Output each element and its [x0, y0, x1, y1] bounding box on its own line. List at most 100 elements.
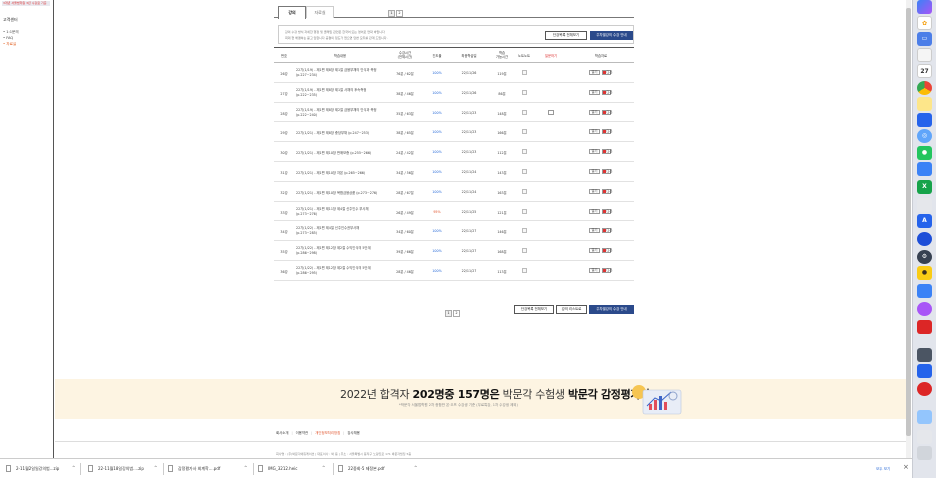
download-material-button[interactable]: 다운: [602, 89, 613, 95]
table-row: 28강 22기(1/19) - 제1편 제8장 제2절 금융부채의 인식과 측정(…: [274, 103, 634, 123]
settings-icon[interactable]: ⚙: [917, 250, 932, 264]
chevron-up-icon[interactable]: ^: [244, 465, 247, 470]
note-icon[interactable]: [522, 109, 527, 115]
excel-icon[interactable]: X: [917, 180, 932, 194]
note-icon[interactable]: [522, 89, 527, 95]
open-material-button[interactable]: 열기: [589, 149, 600, 155]
app-icon[interactable]: [917, 0, 932, 14]
footer-link-privacy[interactable]: 개인정보처리방침: [315, 431, 340, 435]
open-material-button[interactable]: 열기: [589, 70, 600, 75]
app-icon[interactable]: ▭: [917, 32, 932, 46]
app-icon[interactable]: [917, 284, 932, 298]
photos-icon[interactable]: ✿: [917, 16, 932, 30]
promo-banner[interactable]: 2022년 합격자 202명중 157명은 박문각 수험생 박문각 감정평가사 …: [55, 379, 906, 419]
folder-icon[interactable]: [917, 410, 932, 424]
open-material-button[interactable]: 열기: [589, 267, 600, 273]
lecture-title[interactable]: 22기(1/21) - 제1편 제10장 판매보증 (p.255~266): [296, 150, 371, 155]
open-material-button[interactable]: 열기: [589, 188, 600, 194]
note-icon[interactable]: [522, 129, 527, 135]
page-2-button-bottom[interactable]: 2: [453, 310, 460, 317]
contacts-icon[interactable]: [917, 48, 932, 62]
chevron-up-icon[interactable]: ^: [322, 465, 325, 470]
sidebar-item-materials[interactable]: • 자료실: [3, 41, 19, 47]
podcasts-icon[interactable]: [917, 302, 932, 316]
download-material-button[interactable]: 다운: [602, 149, 613, 155]
progress-rate: 100%: [432, 130, 442, 135]
lecture-title[interactable]: 22기(1/19) - 제1편 제8장 제1절 금융부채의 인식과 측정: [296, 67, 377, 72]
download-material-button[interactable]: 다운: [602, 208, 613, 214]
lecture-title[interactable]: 22기(1/21) - 제1편 제11장 제4절 신주인수 부사채: [296, 206, 369, 211]
download-material-button[interactable]: 다운: [602, 109, 613, 115]
view-all-lectures-button[interactable]: 단강목록 전체보기: [545, 31, 587, 40]
download-material-button[interactable]: 다운: [602, 70, 613, 75]
app-store-icon[interactable]: A: [917, 214, 932, 228]
download-material-button[interactable]: 다운: [602, 267, 613, 273]
trash-icon[interactable]: [917, 446, 932, 460]
note-icon[interactable]: [522, 208, 527, 214]
chevron-up-icon[interactable]: ^: [414, 465, 417, 470]
note-icon[interactable]: [522, 188, 527, 194]
app-icon[interactable]: [917, 162, 932, 176]
tab-materials[interactable]: 자료실: [306, 6, 334, 18]
lecture-title[interactable]: 22기(1/19) - 제1편 제8장 제1절 사채의 후속측정: [296, 87, 366, 92]
download-material-button[interactable]: 다운: [602, 129, 613, 135]
lecture-title[interactable]: 22기(1/19) - 제1편 제8장 제2절 금융부채의 인식과 측정: [296, 107, 377, 112]
note-icon[interactable]: [522, 149, 527, 155]
pdf-file-icon: [338, 465, 343, 472]
view-all-lectures-button-bottom[interactable]: 단강목록 전체보기: [514, 305, 554, 314]
note-icon[interactable]: [522, 70, 527, 75]
open-material-button[interactable]: 열기: [589, 248, 600, 254]
open-material-button[interactable]: 열기: [589, 129, 600, 135]
download-material-button[interactable]: 다운: [602, 248, 613, 254]
open-material-button[interactable]: 열기: [589, 228, 600, 234]
download-material-button[interactable]: 다운: [602, 228, 613, 234]
page-1-button[interactable]: 1: [388, 10, 395, 17]
tab-lectures[interactable]: 강의: [278, 6, 306, 19]
app-icon[interactable]: [917, 382, 932, 396]
close-icon[interactable]: ×: [903, 463, 909, 471]
kakaotalk-icon[interactable]: ●: [917, 266, 932, 280]
lecture-title[interactable]: 22기(1/21) - 제1편 제8장 충당부채 (p.247~253): [296, 130, 369, 135]
chevron-up-icon[interactable]: ^: [154, 465, 157, 470]
lecture-title[interactable]: 22기(1/22) - 제1편 제12장 제2절 수익인식의 5단계: [296, 245, 371, 250]
app-icon[interactable]: [917, 320, 932, 334]
weekly-guide-button[interactable]: 주차별강의 수강 안내: [590, 31, 633, 40]
app-icon[interactable]: [917, 348, 932, 362]
footer-link-company[interactable]: 회사소개: [276, 431, 288, 435]
app-icon[interactable]: [917, 198, 932, 212]
note-icon[interactable]: [522, 267, 527, 273]
note-icon[interactable]: [522, 248, 527, 254]
app-icon[interactable]: [917, 113, 932, 127]
app-icon[interactable]: [917, 430, 932, 444]
show-all-downloads-link[interactable]: 모두 보기: [876, 467, 890, 472]
app-icon[interactable]: [917, 364, 932, 378]
footer-link-recruit[interactable]: 강사채용: [347, 431, 359, 435]
lecture-title[interactable]: 22기(1/22) - 제1편 제12장 제2절 수익인식의 5단계: [296, 265, 371, 270]
note-icon[interactable]: [522, 228, 527, 234]
promo-badge[interactable]: 3개년 서울법학원 3년 수강료 기준: [2, 1, 50, 6]
app-icon[interactable]: [917, 232, 932, 246]
messages-icon[interactable]: ●: [917, 146, 932, 160]
download-material-button[interactable]: 다운: [602, 168, 613, 174]
open-material-button[interactable]: 열기: [589, 109, 600, 115]
scrollbar-thumb[interactable]: [906, 8, 911, 436]
safari-icon[interactable]: ◎: [917, 129, 932, 143]
weekly-guide-button-bottom[interactable]: 주차별강의 수강 안내: [589, 305, 634, 314]
open-material-button[interactable]: 열기: [589, 208, 600, 214]
page-1-button-bottom[interactable]: 1: [445, 310, 452, 317]
chevron-up-icon[interactable]: ^: [72, 465, 75, 470]
open-material-button[interactable]: 열기: [589, 168, 600, 174]
question-icon[interactable]: [548, 109, 554, 115]
chrome-icon[interactable]: [917, 81, 932, 95]
lecture-title[interactable]: 22기(1/22) - 제1편 제4절 신주인수권부사채: [296, 225, 359, 230]
open-material-button[interactable]: 열기: [589, 89, 600, 95]
lecture-list-button[interactable]: 강의 리스트로: [556, 305, 587, 314]
footer-link-terms[interactable]: 이용약관: [296, 431, 308, 435]
lecture-title[interactable]: 22기(1/21) - 제1편 제10장 자본 (p.265~266): [296, 170, 365, 175]
calendar-icon[interactable]: 27: [917, 64, 932, 78]
page-2-button[interactable]: 2: [396, 10, 403, 17]
download-material-button[interactable]: 다운: [602, 188, 613, 194]
notes-icon[interactable]: [917, 97, 932, 111]
lecture-title[interactable]: 22기(1/21) - 제1편 제10장 복합금융상품 (p.273~276): [296, 190, 377, 195]
note-icon[interactable]: [522, 168, 527, 174]
